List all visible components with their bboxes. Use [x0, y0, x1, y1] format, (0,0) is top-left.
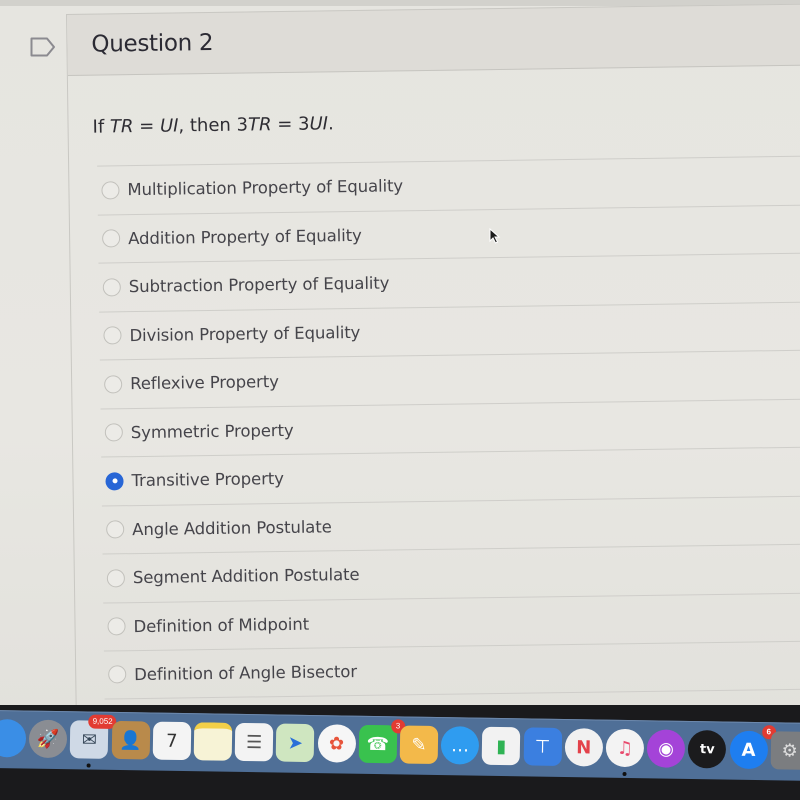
messages-bubble-icon: …: [450, 734, 470, 757]
dock-item-podcasts[interactable]: ◉: [646, 729, 686, 768]
radio-button[interactable]: [107, 617, 126, 636]
music-note-icon: ♫: [616, 737, 634, 759]
dock-item-reminders[interactable]: ☰: [234, 722, 274, 762]
question-panel: Question 2 If TR = UI, then 3TR = 3UI. M…: [66, 3, 800, 734]
news-icon: N: [576, 736, 592, 758]
radio-button[interactable]: [105, 471, 124, 491]
dock-item-messages[interactable]: …: [440, 726, 480, 765]
rocket-icon: 🚀: [36, 728, 60, 750]
answer-list: Multiplication Property of Equality Addi…: [97, 155, 800, 700]
dock-item-pages[interactable]: ✎: [399, 725, 439, 765]
radio-button[interactable]: [104, 375, 123, 394]
dock-item-photos[interactable]: ✿: [317, 724, 356, 763]
answer-label: Transitive Property: [131, 469, 284, 491]
answer-label: Definition of Angle Bisector: [134, 661, 358, 684]
contacts-book-icon: 👤: [119, 729, 142, 751]
prompt-var: TR: [109, 116, 134, 138]
flag-question-icon[interactable]: [30, 37, 56, 57]
podcasts-icon: ◉: [658, 737, 675, 760]
question-title: Question 2: [91, 29, 214, 58]
answer-option[interactable]: Definition of Angle Bisector: [103, 640, 800, 700]
calendar-icon: 7: [165, 730, 178, 752]
dock-item-finder[interactable]: [0, 718, 27, 758]
question-prompt: If TR = UI, then 3TR = 3UI.: [92, 113, 333, 137]
prompt-text: , then 3: [178, 114, 249, 137]
answer-label: Symmetric Property: [130, 420, 294, 442]
prompt-var: UI: [309, 113, 329, 135]
dock-item-contacts[interactable]: 👤: [111, 720, 150, 760]
dock-item-launchpad[interactable]: 🚀: [28, 719, 68, 759]
maps-icon: ➤: [287, 732, 304, 754]
dock-item-mail[interactable]: ✉ 9,052: [70, 714, 117, 768]
photos-flower-icon: ✿: [328, 732, 345, 755]
dock-item-notes[interactable]: [193, 722, 233, 761]
answer-label: Reflexive Property: [130, 372, 279, 394]
prompt-text: = 3: [271, 113, 310, 136]
answer-label: Segment Addition Postulate: [132, 565, 360, 588]
mail-stamp-icon: ✉: [81, 728, 98, 751]
radio-button[interactable]: [103, 326, 122, 345]
radio-button[interactable]: [104, 423, 123, 442]
prompt-text: =: [133, 115, 161, 138]
dock-item-news[interactable]: N: [564, 728, 604, 767]
app-store-icon: A: [741, 739, 756, 761]
dock-item-tv[interactable]: tv: [688, 729, 727, 769]
answer-label: Addition Property of Equality: [128, 225, 362, 248]
question-header: Question 2: [66, 3, 800, 76]
answer-label: Multiplication Property of Equality: [127, 176, 404, 200]
radio-button[interactable]: [106, 568, 126, 588]
dock-item-app-store[interactable]: A6: [729, 725, 776, 770]
mouse-cursor-icon: [489, 228, 501, 244]
running-indicator: [86, 763, 92, 768]
prompt-var: TR: [247, 114, 272, 136]
radio-button[interactable]: [102, 278, 121, 297]
dock-item-maps[interactable]: ➤: [276, 723, 315, 763]
gear-icon: ⚙: [781, 739, 798, 762]
running-indicator: [622, 771, 627, 777]
answer-label: Definition of Midpoint: [133, 614, 310, 636]
answer-label: Subtraction Property of Equality: [128, 273, 390, 297]
apple-tv-icon: tv: [699, 741, 715, 757]
answer-label: Division Property of Equality: [129, 322, 361, 345]
facetime-icon: ☎: [366, 733, 390, 755]
radio-button[interactable]: [108, 665, 127, 684]
dock-item-calendar[interactable]: 7: [152, 721, 192, 761]
dock-item-numbers[interactable]: ▮: [482, 726, 521, 766]
answer-label: Angle Addition Postulate: [132, 517, 332, 539]
prompt-text: .: [327, 113, 334, 135]
prompt-var: UI: [159, 115, 179, 137]
pages-icon: ✎: [411, 734, 427, 756]
dock-item-facetime[interactable]: ☎ 3: [358, 719, 406, 764]
dock-item-system-preferences[interactable]: ⚙: [770, 731, 800, 770]
reminders-icon: ☰: [245, 731, 263, 753]
radio-button[interactable]: [102, 229, 121, 248]
prompt-text: If: [92, 116, 111, 138]
radio-button[interactable]: [106, 520, 125, 539]
keynote-podium-icon: ⊤: [534, 736, 551, 758]
quiz-page: Question 2 If TR = UI, then 3TR = 3UI. M…: [0, 0, 800, 734]
dock-item-music[interactable]: ♫: [605, 728, 645, 777]
radio-button[interactable]: [101, 181, 120, 200]
dock-item-keynote[interactable]: ⊤: [523, 727, 562, 766]
numbers-chart-icon: ▮: [496, 735, 507, 757]
